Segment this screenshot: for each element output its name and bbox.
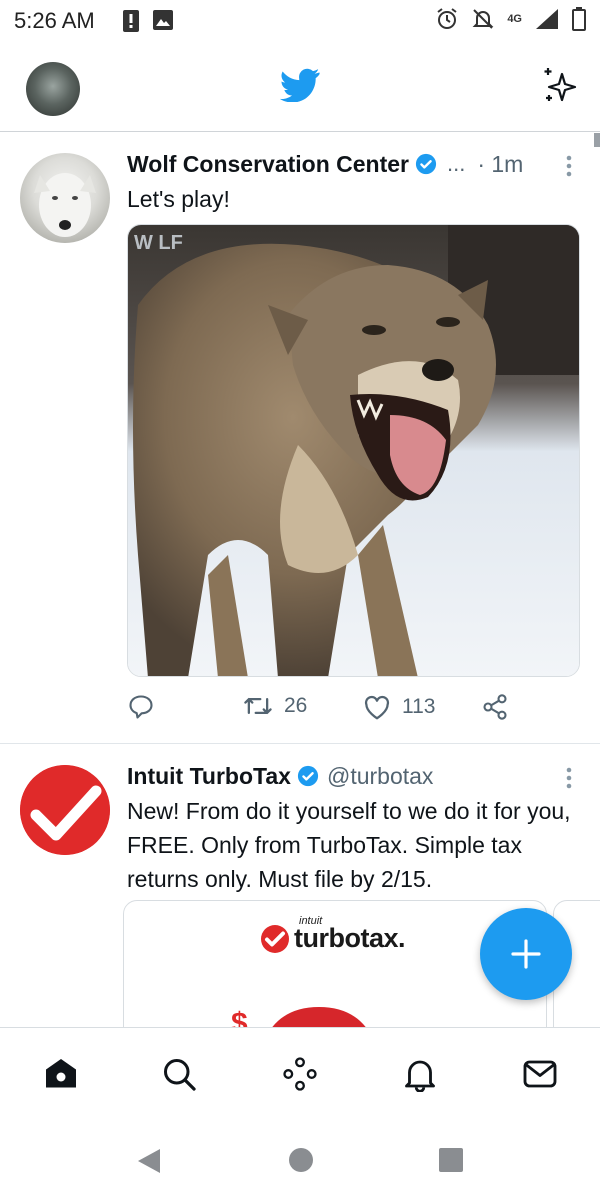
plus-icon (511, 939, 541, 969)
tweet-author-name[interactable]: Wolf Conservation Center (127, 151, 409, 178)
tweet-author-name[interactable]: Intuit TurboTax (127, 763, 291, 790)
tweet-avatar[interactable] (20, 153, 110, 243)
back-icon[interactable] (136, 1147, 162, 1175)
home-circle-icon[interactable] (288, 1147, 314, 1173)
notifications-icon[interactable] (402, 1056, 438, 1092)
tweet-handle[interactable]: @turbotax (327, 763, 433, 790)
status-time: 5:26 AM (14, 8, 95, 33)
system-navigation (0, 1119, 600, 1200)
tweet-timestamp[interactable]: · 1m (477, 151, 523, 178)
alarm-icon (437, 8, 457, 29)
more-options-icon[interactable] (566, 155, 572, 177)
twitter-bird-icon[interactable] (280, 68, 320, 102)
battery-icon (572, 7, 586, 31)
like-icon[interactable] (362, 693, 392, 721)
signal-icon (536, 9, 558, 29)
tweet-actions: 26 113 (127, 693, 587, 729)
like-count: 113 (402, 695, 436, 718)
white-wolf-face-icon (34, 173, 96, 237)
tweet[interactable]: Wolf Conservation Center ... · 1m Let's … (0, 133, 600, 744)
verified-badge-icon (415, 153, 437, 175)
tweet-media-image[interactable]: W LF (127, 224, 580, 677)
tweet-text: Let's play! (127, 186, 230, 212)
status-bar: 5:26 AM 4G (0, 0, 600, 44)
search-icon[interactable] (161, 1056, 197, 1092)
mute-icon (472, 9, 494, 29)
more-options-icon[interactable] (566, 767, 572, 789)
brand-turbotax-label: turbotax. (294, 923, 406, 953)
app-header (0, 44, 600, 132)
tweet-handle-truncated: ... (447, 151, 466, 176)
image-icon (153, 10, 173, 30)
profile-avatar[interactable] (26, 62, 80, 116)
wolf-photo: W LF (128, 225, 579, 676)
svg-text:W LF: W LF (134, 232, 183, 254)
retweet-icon[interactable] (242, 693, 274, 719)
network-label: 4G (507, 13, 522, 25)
turbotax-check-icon (20, 765, 110, 855)
verified-badge-icon (297, 765, 319, 787)
promo-graphic: $ (231, 1007, 366, 1027)
recents-icon[interactable] (438, 1147, 464, 1173)
sparkle-icon[interactable] (540, 66, 580, 106)
reply-icon[interactable] (127, 693, 155, 721)
svg-text:$: $ (231, 1007, 248, 1027)
retweet-count: 26 (284, 694, 308, 717)
alert-icon (123, 10, 139, 32)
tweet-text: New! From do it yourself to we do it for… (127, 798, 571, 892)
home-icon[interactable] (43, 1056, 79, 1092)
bottom-navigation (0, 1027, 600, 1119)
turbotax-logo-icon (261, 924, 289, 953)
compose-tweet-button[interactable] (480, 908, 572, 1000)
spaces-icon[interactable] (281, 1056, 319, 1092)
messages-icon[interactable] (522, 1056, 558, 1092)
share-icon[interactable] (481, 693, 509, 721)
tweet-avatar[interactable] (20, 765, 110, 855)
